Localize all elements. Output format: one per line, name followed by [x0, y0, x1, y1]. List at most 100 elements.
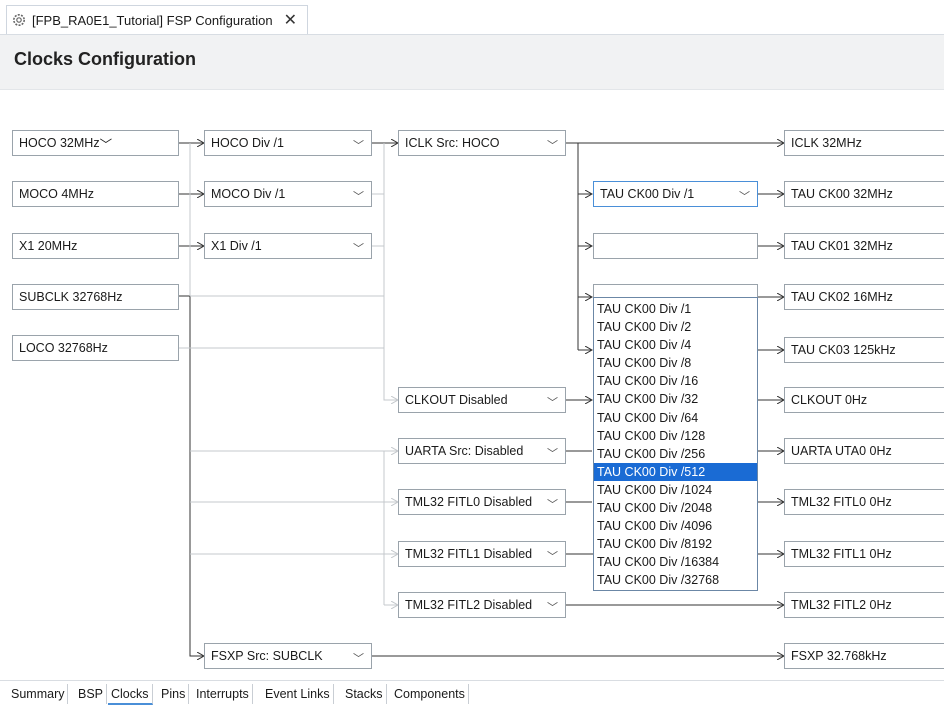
editor-tab[interactable]: [FPB_RA0E1_Tutorial] FSP Configuration ✕: [6, 5, 309, 34]
chevron-down-icon: ﹀: [547, 448, 558, 460]
output-fitl0-label: TML32 FITL0 0Hz: [791, 495, 892, 509]
x1-source[interactable]: X1 20MHz: [12, 233, 179, 259]
chevron-down-icon: ﹀: [353, 191, 364, 203]
fsxp-source-dropdown[interactable]: FSXP Src: SUBCLK ﹀: [204, 643, 372, 669]
chevron-down-icon: ﹀: [739, 191, 750, 203]
x1-divider-dropdown[interactable]: X1 Div /1 ﹀: [204, 233, 372, 259]
output-iclk: ICLK 32MHz: [784, 130, 944, 156]
iclk-source-label: ICLK Src: HOCO: [405, 136, 500, 150]
chevron-down-icon: ﹀: [353, 243, 364, 255]
subclk-source[interactable]: SUBCLK 32768Hz: [12, 284, 179, 310]
tab-interrupts[interactable]: Interrupts: [193, 684, 253, 704]
chevron-down-icon: ﹀: [547, 140, 558, 152]
clkout-dropdown[interactable]: CLKOUT Disabled ﹀: [398, 387, 566, 413]
clock-tree-wires: [179, 88, 944, 676]
output-tau-ck02: TAU CK02 16MHz: [784, 284, 944, 310]
loco-source-label: LOCO 32768Hz: [19, 341, 108, 355]
chevron-down-icon: ﹀: [547, 499, 558, 511]
output-tau-ck01: TAU CK01 32MHz: [784, 233, 944, 259]
tau-ck01-divider-dropdown[interactable]: [593, 233, 758, 259]
chevron-down-icon: ﹀: [547, 397, 558, 409]
gear-icon: [11, 12, 27, 28]
output-fsxp-label: FSXP 32.768kHz: [791, 649, 887, 663]
dropdown-option[interactable]: TAU CK00 Div /2048: [594, 499, 757, 517]
hoco-source-label: HOCO 32MHz: [19, 136, 100, 150]
output-tau-ck00-label: TAU CK00 32MHz: [791, 187, 893, 201]
tau-ck00-divider-label: TAU CK00 Div /1: [600, 187, 695, 201]
dropdown-option[interactable]: TAU CK00 Div /1: [594, 300, 757, 318]
dropdown-option[interactable]: TAU CK00 Div /8: [594, 354, 757, 372]
dropdown-option[interactable]: TAU CK00 Div /128: [594, 427, 757, 445]
output-tau-ck03-label: TAU CK03 125kHz: [791, 343, 896, 357]
bottom-tab-bar: Summary BSP Clocks Pins Interrupts Event…: [0, 680, 944, 707]
page-header: Clocks Configuration: [0, 34, 944, 90]
fitl2-dropdown[interactable]: TML32 FITL2 Disabled ﹀: [398, 592, 566, 618]
hoco-divider-label: HOCO Div /1: [211, 136, 284, 150]
tab-summary[interactable]: Summary: [8, 684, 69, 704]
fitl0-label: TML32 FITL0 Disabled: [405, 495, 533, 509]
editor-tab-title: [FPB_RA0E1_Tutorial] FSP Configuration: [32, 12, 273, 28]
chevron-down-icon: ﹀: [547, 602, 558, 614]
output-fitl1: TML32 FITL1 0Hz: [784, 541, 944, 567]
moco-divider-label: MOCO Div /1: [211, 187, 286, 201]
dropdown-option[interactable]: TAU CK00 Div /16: [594, 372, 757, 390]
hoco-source-dropdown[interactable]: HOCO 32MHz ﹀: [12, 130, 179, 156]
x1-source-label: X1 20MHz: [19, 239, 78, 253]
output-iclk-label: ICLK 32MHz: [791, 136, 862, 150]
fitl2-label: TML32 FITL2 Disabled: [405, 598, 533, 612]
x1-divider-label: X1 Div /1: [211, 239, 262, 253]
chevron-down-icon: ﹀: [353, 140, 364, 152]
dropdown-option[interactable]: TAU CK00 Div /32768: [594, 571, 757, 589]
clkout-label: CLKOUT Disabled: [405, 393, 508, 407]
dropdown-option-highlighted[interactable]: TAU CK00 Div /512: [594, 462, 757, 481]
dropdown-option[interactable]: TAU CK00 Div /256: [594, 445, 757, 463]
dropdown-option[interactable]: TAU CK00 Div /1024: [594, 481, 757, 499]
tau-ck00-options-list: TAU CK00 Div /1 TAU CK00 Div /2 TAU CK00…: [593, 297, 758, 591]
iclk-source-dropdown[interactable]: ICLK Src: HOCO ﹀: [398, 130, 566, 156]
hoco-divider-dropdown[interactable]: HOCO Div /1 ﹀: [204, 130, 372, 156]
fitl1-dropdown[interactable]: TML32 FITL1 Disabled ﹀: [398, 541, 566, 567]
output-tau-ck00: TAU CK00 32MHz: [784, 181, 944, 207]
fitl1-label: TML32 FITL1 Disabled: [405, 547, 533, 561]
output-tau-ck01-label: TAU CK01 32MHz: [791, 239, 893, 253]
chevron-down-icon: ﹀: [99, 137, 113, 152]
tab-components[interactable]: Components: [391, 684, 469, 704]
dropdown-option[interactable]: TAU CK00 Div /4: [594, 336, 757, 354]
output-uarta: UARTA UTA0 0Hz: [784, 438, 944, 464]
uarta-source-dropdown[interactable]: UARTA Src: Disabled ﹀: [398, 438, 566, 464]
output-fsxp: FSXP 32.768kHz: [784, 643, 944, 669]
tab-clocks[interactable]: Clocks: [108, 684, 153, 705]
output-fitl0: TML32 FITL0 0Hz: [784, 489, 944, 515]
editor-tab-bar: [FPB_RA0E1_Tutorial] FSP Configuration ✕: [0, 0, 944, 34]
tab-event-links[interactable]: Event Links: [262, 684, 334, 704]
dropdown-option[interactable]: TAU CK00 Div /8192: [594, 535, 757, 553]
chevron-down-icon: ﹀: [547, 551, 558, 563]
chevron-down-icon: ﹀: [353, 653, 364, 665]
tab-stacks[interactable]: Stacks: [342, 684, 387, 704]
tab-bsp[interactable]: BSP: [75, 684, 108, 704]
dropdown-option[interactable]: TAU CK00 Div /16384: [594, 553, 757, 571]
output-tau-ck03: TAU CK03 125kHz: [784, 337, 944, 363]
tau-ck00-divider-dropdown[interactable]: TAU CK00 Div /1 ﹀: [593, 181, 758, 207]
fsxp-source-label: FSXP Src: SUBCLK: [211, 649, 323, 663]
page-title: Clocks Configuration: [14, 49, 197, 69]
uarta-source-label: UARTA Src: Disabled: [405, 444, 524, 458]
output-clkout: CLKOUT 0Hz: [784, 387, 944, 413]
output-fitl2: TML32 FITL2 0Hz: [784, 592, 944, 618]
moco-divider-dropdown[interactable]: MOCO Div /1 ﹀: [204, 181, 372, 207]
dropdown-option[interactable]: TAU CK00 Div /4096: [594, 517, 757, 535]
dropdown-option[interactable]: TAU CK00 Div /2: [594, 318, 757, 336]
fitl0-dropdown[interactable]: TML32 FITL0 Disabled ﹀: [398, 489, 566, 515]
output-clkout-label: CLKOUT 0Hz: [791, 393, 868, 407]
subclk-source-label: SUBCLK 32768Hz: [19, 290, 123, 304]
output-fitl2-label: TML32 FITL2 0Hz: [791, 598, 892, 612]
output-tau-ck02-label: TAU CK02 16MHz: [791, 290, 893, 304]
output-uarta-label: UARTA UTA0 0Hz: [791, 444, 892, 458]
tab-pins[interactable]: Pins: [158, 684, 190, 704]
moco-source-label: MOCO 4MHz: [19, 187, 94, 201]
moco-source: MOCO 4MHz: [12, 181, 179, 207]
dropdown-option[interactable]: TAU CK00 Div /32: [594, 390, 757, 408]
close-icon[interactable]: ✕: [284, 10, 297, 30]
dropdown-option[interactable]: TAU CK00 Div /64: [594, 409, 757, 427]
output-fitl1-label: TML32 FITL1 0Hz: [791, 547, 892, 561]
